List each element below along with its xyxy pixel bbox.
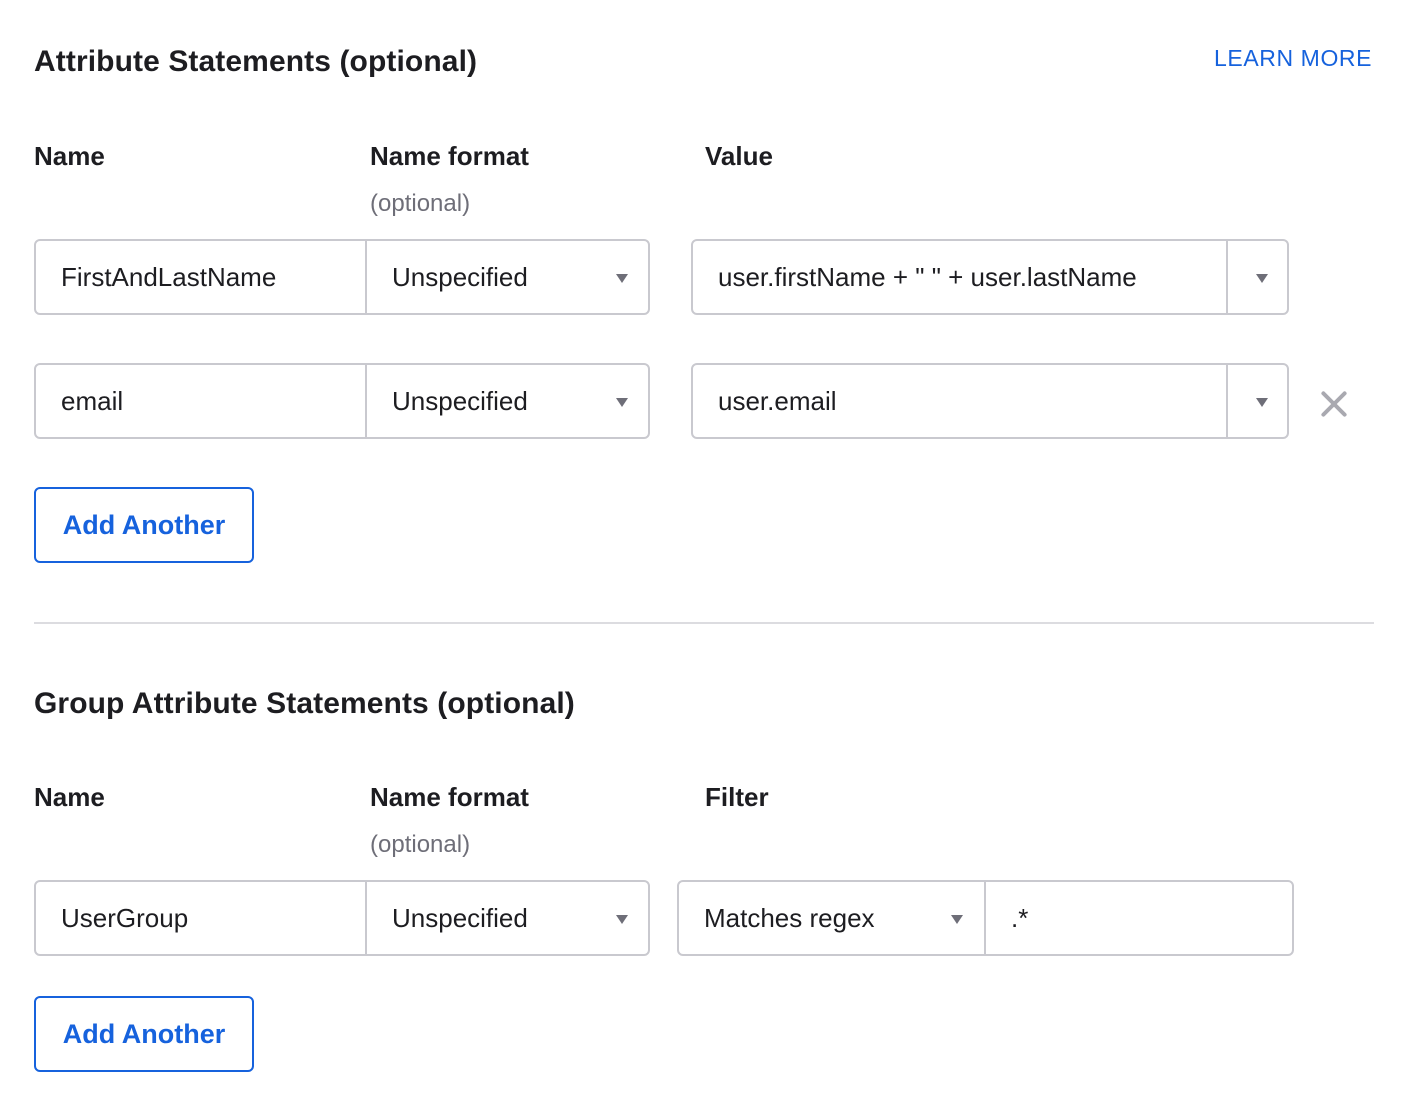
column-hint-optional: (optional)	[370, 190, 471, 217]
column-label-name: Name	[34, 782, 105, 812]
group-attribute-name-input[interactable]: UserGroup	[34, 880, 367, 956]
caret-down-icon[interactable]	[1256, 398, 1268, 407]
attribute-value-combobox[interactable]: user.firstName + " " + user.lastName	[691, 239, 1289, 315]
group-attribute-statements-title: Group Attribute Statements (optional)	[34, 687, 575, 720]
section-divider	[34, 622, 1374, 624]
caret-down-icon[interactable]	[1256, 274, 1268, 283]
close-icon[interactable]	[1320, 390, 1348, 418]
learn-more-link[interactable]: LEARN MORE	[1214, 45, 1372, 72]
column-label-name-format: Name format	[370, 141, 529, 171]
column-label-value: Value	[705, 141, 773, 171]
name-format-selected: Unspecified	[392, 902, 528, 933]
attribute-statements-title: Attribute Statements (optional)	[34, 45, 478, 78]
filter-type-selected: Matches regex	[704, 902, 875, 933]
column-hint-optional: (optional)	[370, 831, 471, 858]
name-format-selected: Unspecified	[392, 385, 528, 416]
caret-down-icon	[951, 915, 963, 924]
add-another-button[interactable]: Add Another	[34, 996, 254, 1072]
column-label-filter: Filter	[705, 782, 769, 812]
filter-type-select[interactable]: Matches regex	[677, 880, 986, 956]
column-label-name: Name	[34, 141, 105, 171]
combobox-divider	[1226, 241, 1228, 313]
caret-down-icon	[616, 274, 628, 283]
column-label-name-format: Name format	[370, 782, 529, 812]
attribute-value-combobox[interactable]: user.email	[691, 363, 1289, 439]
combobox-divider	[1226, 365, 1228, 437]
name-format-select[interactable]: Unspecified	[365, 880, 650, 956]
add-another-button[interactable]: Add Another	[34, 487, 254, 563]
attribute-name-input[interactable]: FirstAndLastName	[34, 239, 367, 315]
attribute-name-input[interactable]: email	[34, 363, 367, 439]
name-format-select[interactable]: Unspecified	[365, 239, 650, 315]
caret-down-icon	[616, 398, 628, 407]
attribute-value-text: user.email	[718, 385, 837, 416]
filter-value-input[interactable]: .*	[984, 880, 1294, 956]
attribute-value-text: user.firstName + " " + user.lastName	[718, 261, 1137, 292]
caret-down-icon	[616, 915, 628, 924]
name-format-selected: Unspecified	[392, 261, 528, 292]
name-format-select[interactable]: Unspecified	[365, 363, 650, 439]
